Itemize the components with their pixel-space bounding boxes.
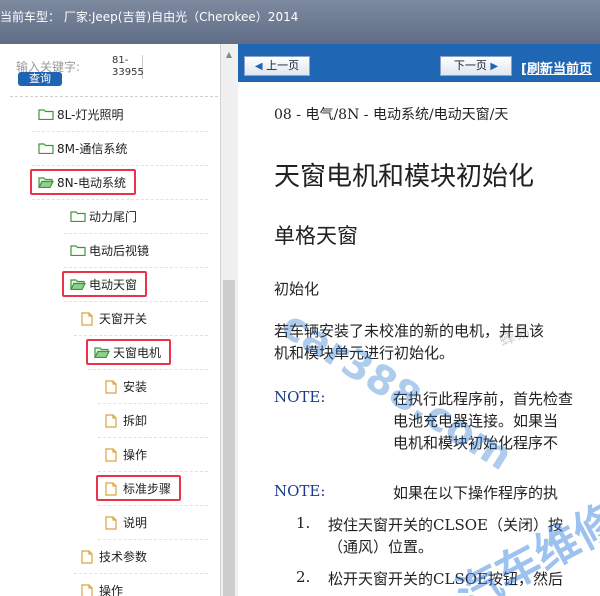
document-body: 08 - 电气/8N - 电动系统/电动天窗/天 天窗电机和模块初始化 单格天窗… xyxy=(238,82,600,596)
breadcrumb: 08 - 电气/8N - 电动系统/电动天窗/天 xyxy=(274,107,509,123)
prev-page-button[interactable]: ◀ 上一页 xyxy=(244,56,310,76)
tree-item-folder[interactable]: 8M-通信系统 xyxy=(38,134,127,162)
step-text-line: （通风）位置。 xyxy=(328,538,434,556)
tree-item-label: 说明 xyxy=(123,515,148,530)
step-number: 1. xyxy=(296,514,311,532)
folder-icon xyxy=(70,210,86,223)
section-heading: 初始化 xyxy=(274,280,320,298)
refresh-page-link[interactable]: [刷新当前页 xyxy=(521,58,592,77)
folder-icon xyxy=(70,244,86,257)
paragraph-line: 机和模块单元进行初始化。 xyxy=(274,344,455,362)
tree-row-divider xyxy=(98,471,208,472)
folder-open-icon xyxy=(70,278,86,291)
folder-open-icon xyxy=(38,176,54,189)
tree-item-label: 安装 xyxy=(123,379,148,394)
search-input[interactable]: 81-33955 xyxy=(112,55,144,79)
search-divider xyxy=(10,96,218,97)
note-text-line: 在执行此程序前，首先检查 xyxy=(393,390,574,408)
page-subtitle: 单格天窗 xyxy=(274,224,358,248)
content-panel: ◀ 上一页 下一页 ▶ [刷新当前页 08 - 电气/8N - 电动系统/电动天… xyxy=(238,44,600,596)
tree-item-page[interactable]: 操作 xyxy=(80,576,123,596)
tree-item-page[interactable]: 操作 xyxy=(104,440,147,468)
tree-item-label: 天窗开关 xyxy=(99,311,148,326)
tree-item-folder[interactable]: 8N-电动系统 xyxy=(30,168,136,196)
tree-row-divider xyxy=(98,539,208,540)
tree-item-label: 8M-通信系统 xyxy=(57,141,128,156)
left-panel: 输入关键字: 81-33955 查询 8L-灯光照明 8M-通信系统 8N-电动系统… xyxy=(0,44,238,596)
step-text-line: 松开天窗开关的CLSOE按钮，然后 xyxy=(328,570,563,588)
tree-item-page[interactable]: 拆卸 xyxy=(104,406,147,434)
tree-row-divider xyxy=(98,437,208,438)
note-label: NOTE: xyxy=(274,482,326,500)
tree-item-page[interactable]: 安装 xyxy=(104,372,147,400)
scrollbar-thumb[interactable] xyxy=(223,280,235,596)
step-text-line: 按住天窗开关的CLSOE（关闭）按 xyxy=(328,516,563,534)
tree-item-folder[interactable]: 电动后视镜 xyxy=(70,236,149,264)
tree-item-folder[interactable]: 8L-灯光照明 xyxy=(38,100,123,128)
document-icon xyxy=(80,312,96,326)
paragraph-line: 若车辆安装了未校准的新的电机，并且该 xyxy=(274,322,545,340)
tree-item-folder[interactable]: 电动天窗 xyxy=(61,270,148,298)
tree-item-page[interactable]: 说明 xyxy=(104,508,147,536)
arrow-right-icon: ▶ xyxy=(490,61,499,72)
document-icon xyxy=(104,414,120,428)
tree-item-folder[interactable]: 天窗电机 xyxy=(85,338,172,366)
tree-row-divider xyxy=(88,369,208,370)
tree-item-label: 电动天窗 xyxy=(89,277,138,292)
tree-row-divider xyxy=(32,165,208,166)
tree-item-page[interactable]: 技术参数 xyxy=(80,542,147,570)
document-icon xyxy=(80,550,96,564)
tree-item-label: 天窗电机 xyxy=(113,345,162,360)
tree-item-page[interactable]: 天窗开关 xyxy=(80,304,147,332)
tree-row-divider xyxy=(64,233,208,234)
tree-row-divider xyxy=(32,131,208,132)
tree-row-divider xyxy=(98,403,208,404)
folder-icon xyxy=(38,108,54,121)
window-titlebar: 当前车型： 厂家:Jeep(吉普)自由光（Cherokee）2014 xyxy=(0,0,600,44)
next-page-label: 下一页 xyxy=(453,59,487,72)
tree-item-label: 拆卸 xyxy=(123,413,148,428)
tree-row-divider xyxy=(32,199,208,200)
current-model-label: 当前车型： 厂家:Jeep(吉普)自由光（Cherokee）2014 xyxy=(0,10,299,24)
tree-item-label: 标准步骤 xyxy=(123,481,172,496)
tree-row-divider xyxy=(64,301,208,302)
document-icon xyxy=(104,380,120,394)
tree-row-divider xyxy=(64,267,208,268)
tree-item-label: 8L-灯光照明 xyxy=(57,107,124,122)
arrow-left-icon: ◀ xyxy=(254,61,263,72)
tree-item-label: 动力尾门 xyxy=(89,209,138,224)
document-icon xyxy=(80,584,96,596)
next-page-button[interactable]: 下一页 ▶ xyxy=(440,56,512,76)
folder-icon xyxy=(38,142,54,155)
tree-item-label: 操作 xyxy=(99,583,124,596)
tree-item-page[interactable]: 标准步骤 xyxy=(95,474,182,502)
document-icon xyxy=(104,516,120,530)
prev-page-label: 上一页 xyxy=(266,59,300,72)
page-navbar: ◀ 上一页 下一页 ▶ [刷新当前页 xyxy=(238,44,600,82)
tree-row-divider xyxy=(98,505,208,506)
document-icon xyxy=(104,448,120,462)
scroll-up-arrow-icon[interactable]: ▲ xyxy=(223,50,235,60)
page-title: 天窗电机和模块初始化 xyxy=(274,162,535,192)
note-text-line: 电机和模块初始化程序不 xyxy=(393,434,559,452)
document-icon xyxy=(104,482,120,496)
search-button[interactable]: 查询 xyxy=(18,72,62,86)
tree-item-label: 8N-电动系统 xyxy=(57,175,126,190)
step-number: 2. xyxy=(296,568,311,586)
tree-item-label: 技术参数 xyxy=(99,549,148,564)
note-text-line: 电池充电器连接。如果当 xyxy=(393,412,559,430)
tree-row-divider xyxy=(74,335,208,336)
tree-row-divider xyxy=(74,573,208,574)
folder-open-icon xyxy=(94,346,110,359)
tree-item-label: 操作 xyxy=(123,447,148,462)
tree-item-folder[interactable]: 动力尾门 xyxy=(70,202,137,230)
note-label: NOTE: xyxy=(274,388,326,406)
note-text-line: 如果在以下操作程序的执 xyxy=(393,484,559,502)
tree-item-label: 电动后视镜 xyxy=(89,243,150,258)
